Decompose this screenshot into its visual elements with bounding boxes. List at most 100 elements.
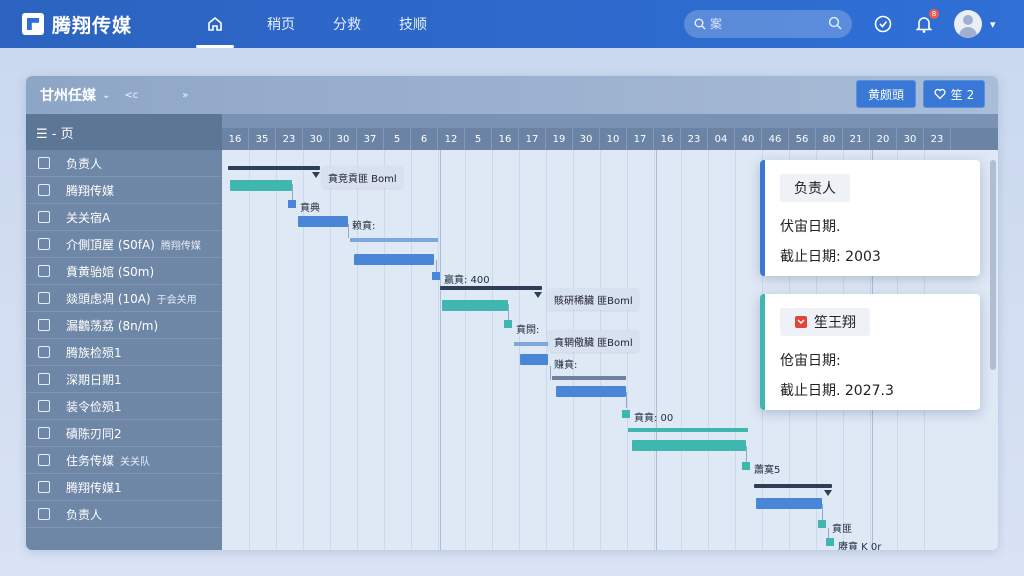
timeline-day: 16 [654, 128, 681, 150]
nav-item-1[interactable]: 稍页 [248, 0, 314, 48]
task-bar[interactable] [354, 254, 434, 265]
list-item[interactable]: 装令俭殒1 [26, 393, 222, 420]
task-label: 賁黄骀婠 (S0m) [66, 264, 155, 279]
task-bar[interactable] [230, 180, 292, 191]
task-label: 装令俭殒1 [66, 399, 122, 414]
timeline-day: 23 [276, 128, 303, 150]
timeline-day: 30 [303, 128, 330, 150]
card-end-date: 截止日期: 2003 [780, 249, 881, 265]
task-icon [38, 211, 50, 223]
logo-icon [22, 13, 44, 35]
nav-next[interactable]: » [182, 90, 188, 101]
task-bar[interactable] [756, 498, 822, 509]
list-item[interactable]: 负责人 [26, 150, 222, 177]
task-detail-card[interactable]: 笙王翔 伧宙日期: 截止日期. 2027.3 [760, 294, 980, 410]
task-tag[interactable]: 賁辋儆臟 匪Boml [548, 330, 639, 352]
timeline-day: 20 [870, 128, 897, 150]
timeline-day: 21 [843, 128, 870, 150]
timeline-day: 5 [465, 128, 492, 150]
card-start-date: 伧宙日期: [780, 353, 841, 369]
task-tag[interactable]: 賁竞貢匪 Boml [322, 166, 403, 188]
task-label: 賁閖: [516, 325, 540, 336]
task-label: 负责人 [66, 156, 103, 171]
task-bar[interactable] [520, 354, 548, 365]
primary-action-button[interactable]: 黄颇頭 [856, 80, 916, 108]
task-sub: 腾翔传媒 [160, 240, 201, 252]
dependency-line [746, 446, 747, 462]
task-marker [818, 520, 826, 528]
chevron-down-icon[interactable]: ▾ [990, 18, 996, 31]
nav-item-3[interactable]: 技顺 [380, 0, 446, 48]
chevron-down-icon[interactable]: ⌄ [102, 90, 110, 101]
project-title[interactable]: 甘州任媒 [40, 85, 96, 105]
avatar[interactable] [954, 10, 982, 38]
task-marker [432, 272, 440, 280]
search-box[interactable] [684, 10, 852, 38]
timeline-day: 23 [681, 128, 708, 150]
task-label: 腾翔传媒 [66, 183, 115, 198]
timeline-day: 17 [519, 128, 546, 150]
task-icon [38, 157, 50, 169]
milestone-marker [824, 490, 832, 496]
task-marker [622, 410, 630, 418]
summary-bar[interactable] [440, 286, 542, 290]
task-bar[interactable] [298, 216, 348, 227]
list-item[interactable]: 关关宿A [26, 204, 222, 231]
grid-column [249, 150, 250, 550]
help-icon[interactable] [873, 14, 893, 34]
task-label: 赚賁: [554, 360, 578, 371]
summary-bar[interactable] [228, 166, 320, 170]
task-detail-card[interactable]: 负责人 伏宙日期. 截止日期: 2003 [760, 160, 980, 276]
card-chip: 笙王翔 [780, 308, 870, 336]
search-submit-icon[interactable] [828, 16, 842, 30]
scrollbar[interactable] [990, 160, 996, 370]
task-icon [38, 373, 50, 385]
nav-item-2[interactable]: 分救 [314, 0, 380, 48]
task-bar[interactable] [442, 300, 508, 311]
week-separator [440, 150, 441, 550]
list-item[interactable]: 负责人 [26, 501, 222, 528]
timeline-week-header [222, 114, 998, 128]
dependency-line [822, 504, 823, 520]
task-label: 介側頂屋 (S0fA) [66, 237, 155, 252]
grid-column [546, 150, 547, 550]
task-label: 赖賁: [352, 221, 376, 232]
grid-column [384, 150, 385, 550]
list-item[interactable]: 深期日期1 [26, 366, 222, 393]
summary-bar[interactable] [754, 484, 832, 488]
main-nav: 稍页 分救 技顺 [182, 0, 446, 48]
list-item[interactable]: 賁黄骀婠 (S0m) [26, 258, 222, 285]
task-label: 燚頭虑凋 (10A) [66, 291, 151, 306]
task-tag[interactable]: 賅硏稀臟 匪Boml [548, 288, 639, 310]
task-bar[interactable] [556, 386, 626, 397]
nav-prev[interactable]: <c [124, 90, 138, 101]
list-item[interactable]: 磧陈刃同2 [26, 420, 222, 447]
timeline-day: 46 [762, 128, 789, 150]
list-item[interactable]: 腾翔传媒1 [26, 474, 222, 501]
timeline-day: 10 [600, 128, 627, 150]
timeline-day: 04 [708, 128, 735, 150]
timeline-day-header: 16 35 23 30 30 37 5 6 12 5 16 17 19 30 10 17 16 23 04 40 46 5… [222, 128, 998, 150]
notification-badge: 8 [929, 9, 939, 19]
task-list-header[interactable]: ☰ - 页 [26, 114, 222, 150]
list-item[interactable]: 腾翔传媒 [26, 177, 222, 204]
favorite-button[interactable]: 笙 2 [923, 80, 985, 108]
timeline-day: 5 [384, 128, 411, 150]
list-item[interactable]: 漏鸛荡荔 (8n/m) [26, 312, 222, 339]
timeline-day: 6 [411, 128, 438, 150]
task-bar[interactable] [632, 440, 746, 451]
list-item[interactable]: 介側頂屋 (S0fA) 腾翔传媒 [26, 231, 222, 258]
nav-home[interactable] [182, 0, 248, 48]
list-item[interactable]: 腾族检殒1 [26, 339, 222, 366]
task-label: 关关宿A [66, 210, 111, 225]
search-input[interactable] [710, 17, 820, 31]
home-icon [208, 16, 222, 31]
timeline-day: 19 [546, 128, 573, 150]
list-item[interactable]: 住务传媒 关关队 [26, 447, 222, 474]
task-label: 负责人 [66, 507, 103, 522]
timeline-day: 35 [249, 128, 276, 150]
task-label: 賁典 [300, 203, 320, 214]
brand[interactable]: 腾翔传媒 [22, 11, 172, 38]
list-item[interactable]: 燚頭虑凋 (10A) 于会关用 [26, 285, 222, 312]
dependency-line [550, 366, 551, 380]
